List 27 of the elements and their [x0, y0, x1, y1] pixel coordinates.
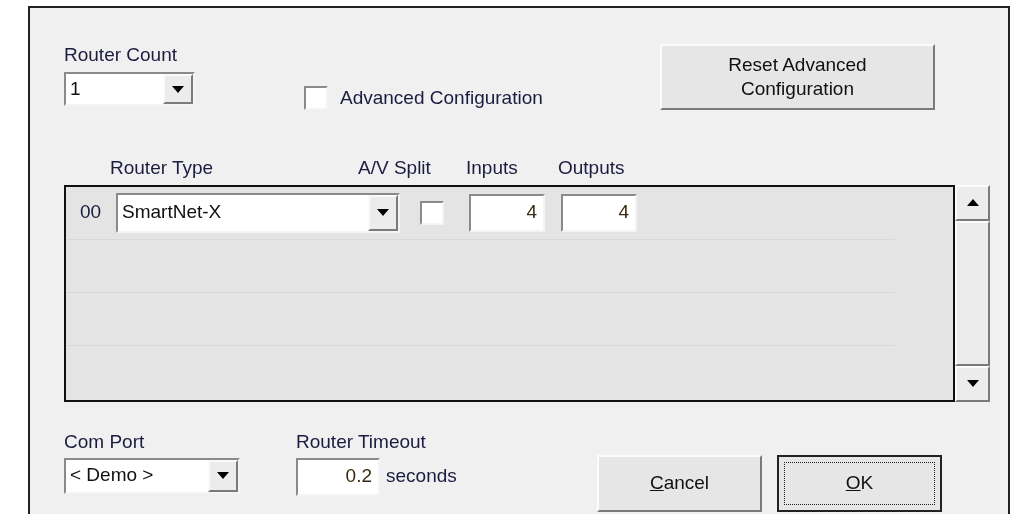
- router-type-dropdown[interactable]: SmartNet-X: [116, 192, 400, 233]
- scrollbar[interactable]: [955, 184, 990, 402]
- dialog-button[interactable]: Cancel: [597, 454, 762, 512]
- advanced-configuration-label: Advanced Configuration: [340, 86, 543, 110]
- advanced-configuration-checkbox[interactable]: [304, 86, 328, 111]
- column-header: A/V Split: [358, 156, 432, 180]
- outputs-field[interactable]: 4: [561, 193, 637, 232]
- com-port-label: Com Port: [64, 429, 146, 454]
- router-count-label: Router Count: [64, 43, 178, 67]
- reset-advanced-configuration-button[interactable]: Reset Advanced Configuration: [660, 44, 935, 110]
- caret-icon: [377, 209, 389, 217]
- caret-icon: [172, 85, 184, 93]
- seconds-unit: seconds: [386, 464, 457, 489]
- com-port-dropdown[interactable]: < Demo >: [64, 457, 240, 494]
- column-header: Outputs: [558, 156, 626, 180]
- row-number: 00: [80, 200, 103, 225]
- router-count-dropdown[interactable]: 1: [64, 72, 195, 106]
- scroll-down-icon[interactable]: [966, 380, 979, 387]
- caret-icon: [217, 472, 229, 479]
- column-header: Router Type: [110, 156, 215, 180]
- dialog-button[interactable]: OK: [777, 454, 942, 512]
- router-timeout-field[interactable]: 0.2: [296, 457, 380, 496]
- av-split-checkbox[interactable]: [420, 200, 444, 225]
- scroll-up-icon[interactable]: [966, 199, 979, 206]
- inputs-field[interactable]: 4: [469, 193, 545, 232]
- column-header: Inputs: [466, 156, 519, 180]
- router-timeout-label: Router Timeout: [296, 429, 427, 454]
